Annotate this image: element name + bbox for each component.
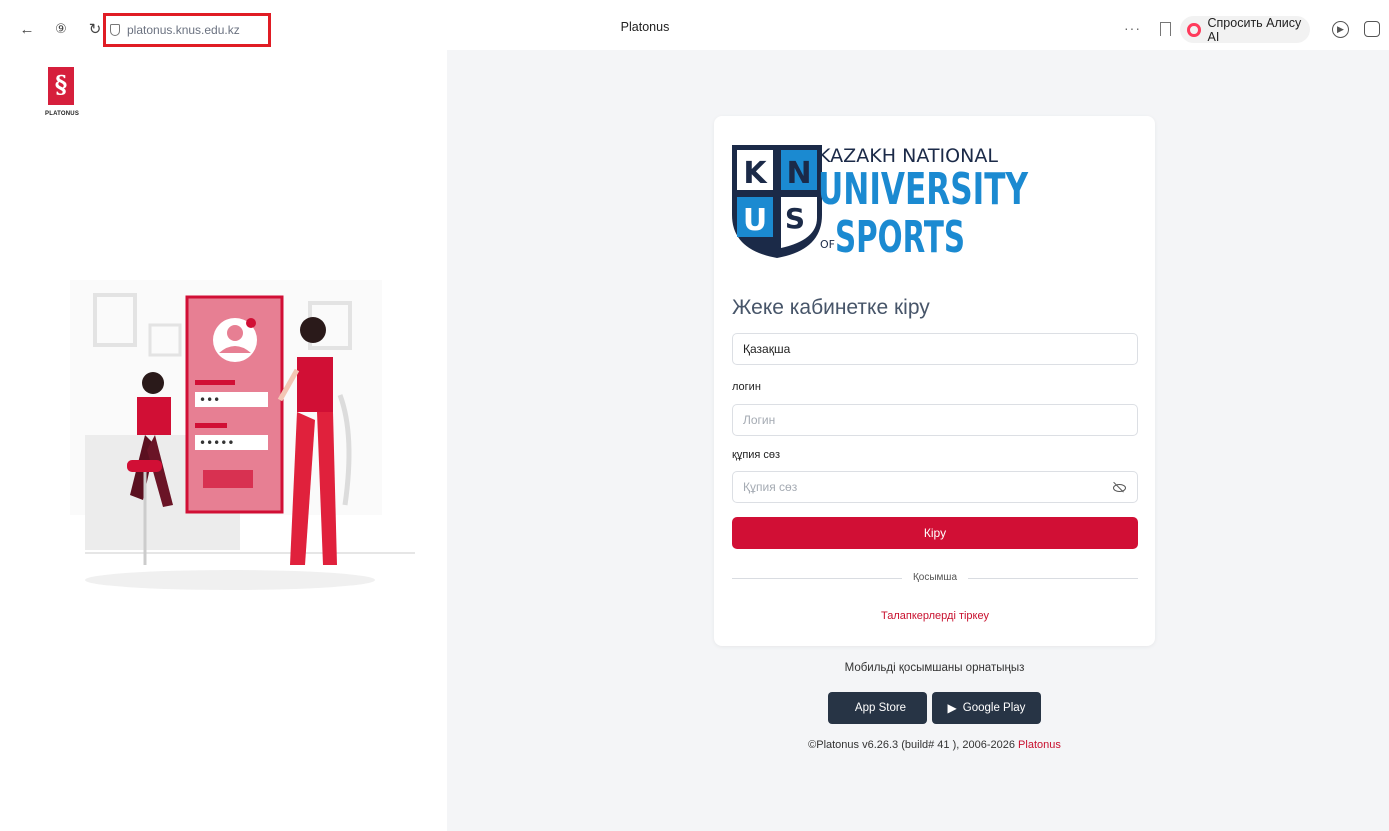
mobile-app-prompt: Мобильді қосымшаны орнатыңыз: [844, 662, 1025, 674]
applicant-registration-link[interactable]: Талапкерлерді тіркеу: [732, 610, 1138, 622]
section-divider: Қосымша: [732, 571, 1138, 585]
eye-off-icon[interactable]: [1113, 481, 1126, 493]
app-store-label: App Store: [854, 702, 907, 714]
google-play-button[interactable]: ▶ Google Play: [932, 692, 1041, 724]
logo-line-university: UNIVERSITY: [818, 164, 1029, 215]
reload-icon[interactable]: ↻: [86, 20, 104, 38]
platonus-mark-icon: [48, 67, 74, 105]
logo-letter-n: N: [786, 156, 811, 191]
copyright-text: ©Platonus v6.26.3 (build# 41 ), 2006-202…: [808, 739, 1019, 751]
platonus-wordmark: PLATONUS: [45, 111, 80, 117]
logo-letter-k: K: [743, 156, 768, 191]
language-value: Қазақша: [743, 342, 791, 356]
app-store-button[interactable]: App Store: [828, 692, 927, 724]
bookmark-icon[interactable]: [1160, 22, 1171, 36]
logo-line-sports: SPORTS: [835, 212, 965, 260]
alice-label: Спросить Алису AI: [1207, 15, 1302, 44]
password-input[interactable]: Құпия сөз: [732, 471, 1138, 503]
google-play-label: Google Play: [962, 702, 1026, 714]
login-illustration: ••• •••••: [70, 280, 415, 590]
address-highlight-box: [103, 13, 271, 47]
ask-alice-button[interactable]: Спросить Алису AI: [1180, 15, 1310, 44]
sidebar-toggle-icon[interactable]: [1364, 21, 1380, 37]
play-icon: ▶: [947, 701, 957, 715]
logo-line-of: OF: [820, 238, 835, 251]
alice-icon: [1187, 22, 1201, 37]
svg-text:•••••: •••••: [199, 436, 234, 450]
platonus-logo: PLATONUS: [45, 67, 80, 127]
logo-letter-u: U: [743, 203, 767, 238]
login-label: логин: [732, 381, 761, 393]
login-submit-button[interactable]: Кіру: [732, 517, 1138, 549]
tab-title: Platonus: [620, 20, 670, 34]
login-placeholder: Логин: [743, 413, 776, 427]
platonus-footer-link[interactable]: Platonus: [1018, 739, 1061, 751]
knus-logo: K N U S KAZAKH NATIONAL UNIVERSITY OF SP…: [732, 145, 1029, 260]
more-menu-icon[interactable]: ···: [1124, 20, 1141, 36]
login-heading: Жеке кабинетке кіру: [732, 296, 930, 319]
password-placeholder: Құпия сөз: [743, 480, 798, 494]
back-arrow-icon[interactable]: ←: [18, 20, 36, 38]
yandex-icon[interactable]: ⑨: [52, 20, 70, 38]
password-label: құпия сөз: [732, 449, 781, 461]
login-input[interactable]: Логин: [732, 404, 1138, 436]
media-icon[interactable]: ▶: [1332, 21, 1349, 38]
divider-label: Қосымша: [912, 572, 958, 583]
logo-letter-s: S: [785, 202, 805, 235]
language-select[interactable]: Қазақша: [732, 333, 1138, 365]
svg-text:•••: •••: [199, 393, 220, 407]
footer-copyright: ©Platonus v6.26.3 (build# 41 ), 2006-202…: [714, 739, 1155, 751]
